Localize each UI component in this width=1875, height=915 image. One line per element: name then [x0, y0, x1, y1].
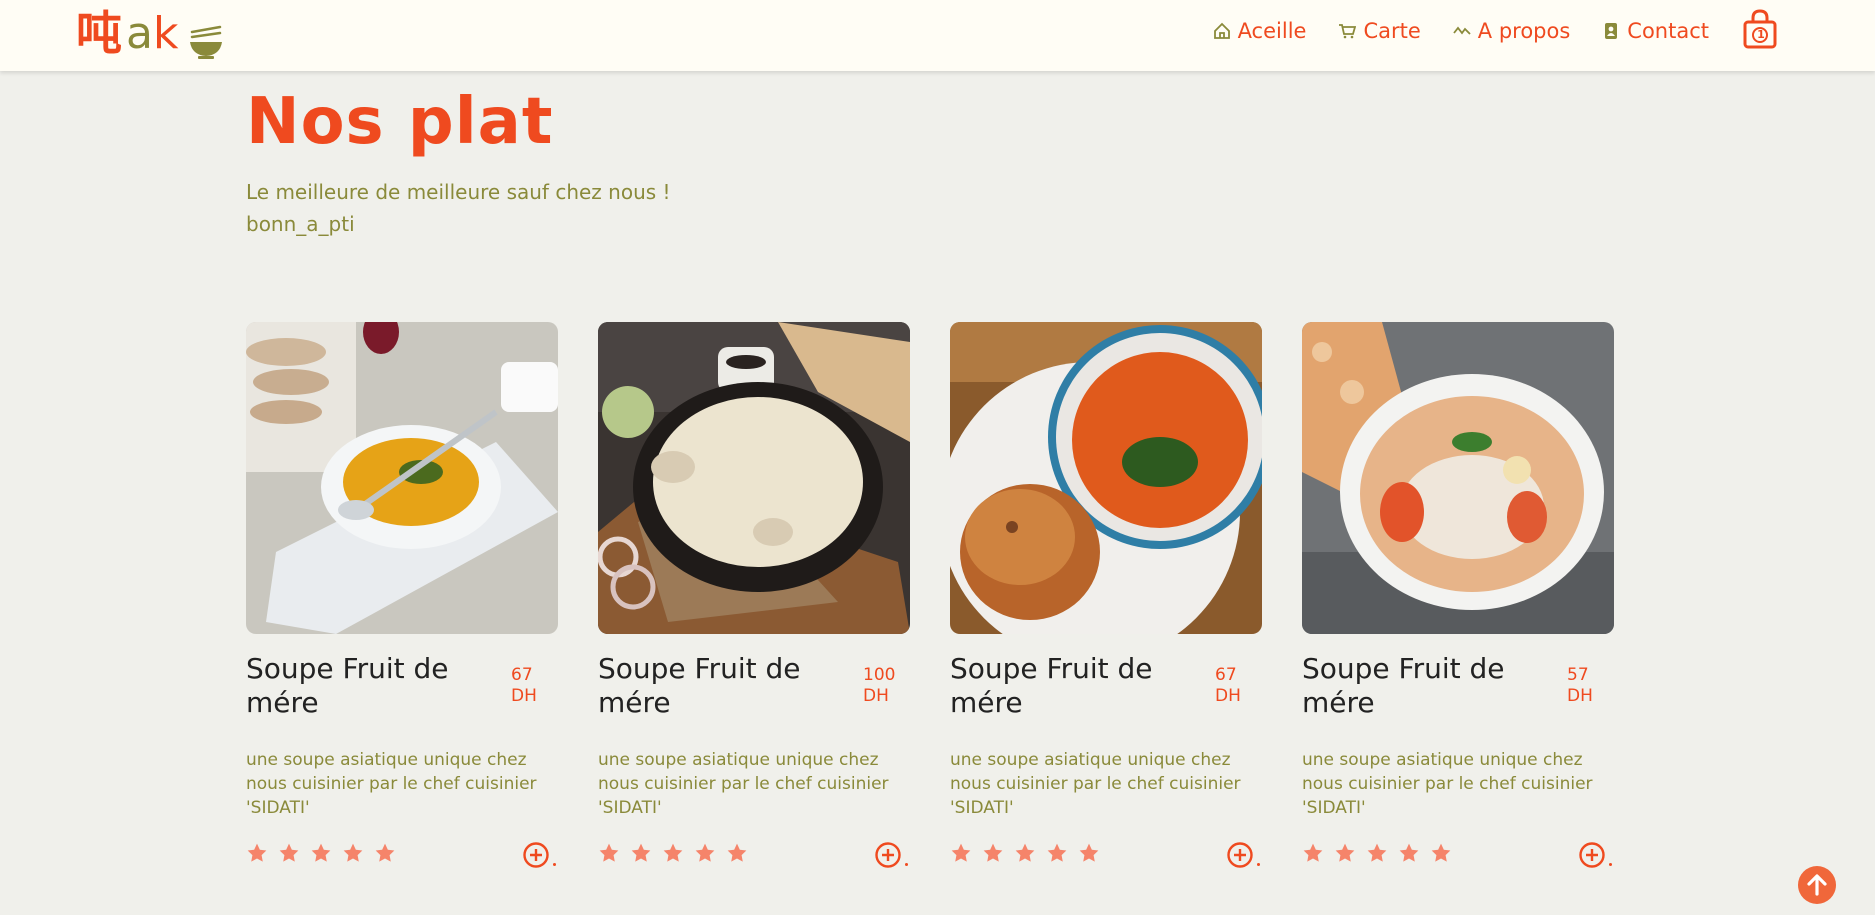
star-icon[interactable]	[1334, 842, 1356, 864]
dot-decoration	[1609, 863, 1612, 866]
soup-photo-3	[950, 322, 1262, 634]
product-image[interactable]	[246, 322, 558, 634]
page-subtitle: Le meilleure de meilleure sauf chez nous…	[246, 176, 671, 240]
add-to-cart-button[interactable]	[1578, 841, 1606, 869]
star-icon[interactable]	[694, 842, 716, 864]
star-icon[interactable]	[1014, 842, 1036, 864]
product-image[interactable]	[950, 322, 1262, 634]
product-name: Soupe Fruit de mére	[1302, 652, 1505, 719]
home-icon	[1213, 22, 1230, 39]
star-icon[interactable]	[1046, 842, 1068, 864]
product-price: 100 DH	[863, 665, 896, 706]
product-description: une soupe asiatique unique chez nous cuis…	[598, 750, 889, 818]
product-price: 67 DH	[511, 665, 537, 706]
product-description: une soupe asiatique unique chez nous cuis…	[950, 750, 1241, 818]
soup-photo-4	[1302, 322, 1614, 634]
noodle-bowl-icon	[190, 25, 222, 59]
product-card: Soupe Fruit de mére 100 DH une soupe asiat…	[598, 322, 910, 915]
product-card: Soupe Fruit de mére 57 DH une soupe asiati…	[1302, 322, 1614, 915]
dot-decoration	[905, 863, 908, 866]
product-name: Soupe Fruit de mére	[246, 652, 449, 719]
product-name: Soupe Fruit de mére	[950, 652, 1153, 719]
dot-decoration	[1257, 863, 1260, 866]
product-rating	[246, 842, 406, 864]
star-icon[interactable]	[982, 842, 1004, 864]
product-card: Soupe Fruit de mére 67 DH une soupe asiati…	[950, 322, 1262, 915]
star-icon[interactable]	[374, 842, 396, 864]
plus-circle-icon	[1579, 842, 1605, 868]
product-price: 67 DH	[1215, 665, 1241, 706]
product-description: une soupe asiatique unique chez nous cuis…	[246, 750, 537, 818]
product-rating	[950, 842, 1110, 864]
top-navbar: 吨 ak Aceille Carte A propos Contact 1	[0, 0, 1875, 71]
star-icon[interactable]	[342, 842, 364, 864]
logo-cjk-glyph: 吨	[76, 6, 122, 60]
product-name: Soupe Fruit de mére	[598, 652, 801, 719]
star-icon[interactable]	[1078, 842, 1100, 864]
scroll-to-top-button[interactable]	[1798, 866, 1836, 904]
star-icon[interactable]	[246, 842, 268, 864]
contact-card-icon	[1605, 23, 1618, 39]
soup-photo-2	[598, 322, 910, 634]
star-icon[interactable]	[1302, 842, 1324, 864]
dot-decoration	[553, 863, 556, 866]
logo-wordmark: ak	[126, 8, 179, 59]
plus-circle-icon	[523, 842, 549, 868]
nav-item-label: Carte	[1363, 19, 1421, 43]
plus-circle-icon	[875, 842, 901, 868]
star-icon[interactable]	[1366, 842, 1388, 864]
product-card: Soupe Fruit de mére 67 DH une soupe asiati…	[246, 322, 558, 915]
plus-circle-icon	[1227, 842, 1253, 868]
subtitle-handle: bonn_a_pti	[246, 212, 355, 236]
nav-item-label: Aceille	[1237, 19, 1307, 43]
add-to-cart-button[interactable]	[522, 841, 550, 869]
star-icon[interactable]	[662, 842, 684, 864]
cart-icon	[1339, 24, 1357, 39]
shopping-bag-button[interactable]: 1	[1741, 9, 1779, 49]
star-icon[interactable]	[278, 842, 300, 864]
add-to-cart-button[interactable]	[1226, 841, 1254, 869]
arrow-up-icon	[1807, 874, 1827, 896]
star-icon[interactable]	[1398, 842, 1420, 864]
page-title: Nos plat	[246, 85, 554, 159]
soup-photo-1	[246, 322, 558, 634]
cart-count-badge: 1	[1757, 28, 1765, 41]
main-nav: Aceille Carte A propos Contact	[1181, 0, 1709, 62]
pulse-icon	[1453, 26, 1471, 35]
nav-item-contact[interactable]: Contact	[1602, 19, 1709, 43]
star-icon[interactable]	[310, 842, 332, 864]
star-icon[interactable]	[630, 842, 652, 864]
subtitle-tagline: Le meilleure de meilleure sauf chez nous…	[246, 180, 671, 204]
product-image[interactable]	[598, 322, 910, 634]
nav-item-aceille[interactable]: Aceille	[1213, 19, 1307, 43]
star-icon[interactable]	[598, 842, 620, 864]
nav-item-carte[interactable]: Carte	[1338, 19, 1421, 43]
star-icon[interactable]	[726, 842, 748, 864]
brand-logo[interactable]: 吨 ak	[76, 4, 224, 62]
star-icon[interactable]	[1430, 842, 1452, 864]
star-icon[interactable]	[950, 842, 972, 864]
product-image[interactable]	[1302, 322, 1614, 634]
product-description: une soupe asiatique unique chez nous cuis…	[1302, 750, 1593, 818]
nav-item-label: A propos	[1477, 19, 1571, 43]
nav-item-label: Contact	[1627, 19, 1709, 43]
product-rating	[598, 842, 758, 864]
product-rating	[1302, 842, 1462, 864]
product-price: 57 DH	[1567, 665, 1593, 706]
add-to-cart-button[interactable]	[874, 841, 902, 869]
nav-item-apropos[interactable]: A propos	[1453, 19, 1571, 43]
